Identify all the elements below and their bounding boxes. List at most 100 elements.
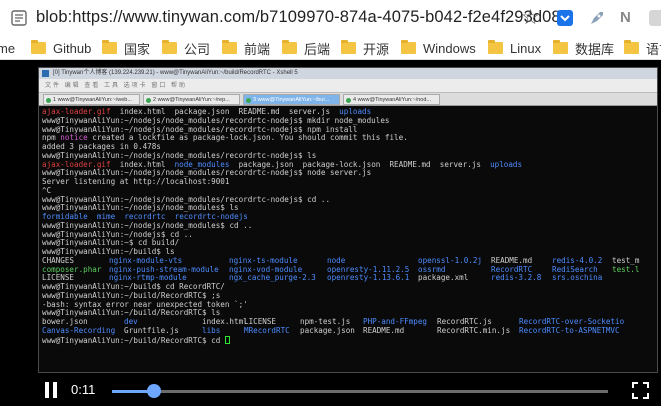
bookmark-folder-yuyan[interactable]: 语言 <box>624 39 661 57</box>
file-entry: RecordRTC.min.js <box>437 325 511 335</box>
terminal-text: www@TinywanAliYun:~/nodejs$ cd .. <box>42 229 193 239</box>
video-player[interactable]: [0] Tinywan个人博客 (139.224.239.21) - www@T… <box>0 61 661 406</box>
file-entry: package.xml <box>418 273 469 283</box>
bookmark-label: Windows <box>423 40 476 56</box>
terminal-tab-2: 2 www@TinywanAliYun:~/rep... <box>143 94 240 105</box>
terminal-tab-4: 4 www@TinywanAliYun:~/nod... <box>343 94 440 105</box>
terminal-text: uploads <box>490 159 523 169</box>
url-field[interactable]: blob:https://www.tinywan.com/b7109970-87… <box>36 8 570 27</box>
tab-label: 2 www@TinywanAliYun:~/rep... <box>153 97 230 103</box>
bookmark-star-icon[interactable]: ☆ <box>521 7 540 28</box>
terminal-text: notice <box>60 133 88 143</box>
bookmark-label: 公司 <box>184 41 211 57</box>
fullscreen-icon[interactable] <box>632 382 649 399</box>
folder-icon <box>401 40 416 54</box>
terminal-line: Canvas-Recording Gruntfile.js libs MRecordR… <box>42 325 656 336</box>
folder-icon <box>488 40 503 54</box>
shield-extension-icon[interactable] <box>556 9 574 27</box>
terminal-text: node_modules <box>174 159 230 169</box>
bookmark-label: 开源 <box>363 41 390 57</box>
terminal-text: www@TinywanAliYun:~/build/RecordRTC$ ls <box>42 308 221 318</box>
seek-bar[interactable] <box>112 390 608 393</box>
bookmark-label: 数据库 <box>575 41 615 57</box>
terminal-prompt: www@TinywanAliYun:~/build/RecordRTC$ cd <box>42 335 225 345</box>
video-controls: 0:11 <box>0 375 661 406</box>
file-entry: libs <box>202 325 221 335</box>
terminal-text: -bash: syntax error near unexpected toke… <box>42 299 248 309</box>
seek-thumb[interactable] <box>147 384 162 398</box>
recorded-terminal-window: [0] Tinywan个人博客 (139.224.239.21) - www@T… <box>38 67 658 373</box>
file-entry: ngx_cache_purge-2.3 <box>229 273 316 283</box>
terminal-title-bar: [0] Tinywan个人博客 (139.224.239.21) - www@T… <box>39 68 657 79</box>
terminal-text: www@TinywanAliYun:~$ cd build/ <box>42 238 180 248</box>
terminal-text: www@TinywanAliYun:~/build$ cd RecordRTC/ <box>42 282 225 291</box>
terminal-text: index.html <box>110 159 175 169</box>
terminal-text: ^C <box>42 185 52 195</box>
terminal-text: package.json package-lock.json README.md… <box>229 159 491 169</box>
bookmark-folder-gongsi[interactable]: 公司 <box>162 39 210 57</box>
terminal-text: www@TinywanAliYun:~/nodejs/node_modules$… <box>42 203 239 213</box>
bookmark-folder-shujuku[interactable]: 数据库 <box>553 39 614 57</box>
tab-label: 4 www@TinywanAliYun:~/nod... <box>353 97 431 103</box>
folder-icon <box>282 40 297 54</box>
tab-status-icon <box>346 98 351 103</box>
file-entry: package.json <box>300 325 355 335</box>
bookmark-folder-houduan[interactable]: 后端 <box>282 39 330 57</box>
address-bar-row: blob:https://www.tinywan.com/b7109970-87… <box>0 0 661 36</box>
file-entry: Canvas-Recording <box>42 325 116 335</box>
tab-status-icon <box>46 98 51 103</box>
tab-label: 3 www@TinywanAliYun:~/bui... <box>253 97 330 103</box>
file-entry: Gruntfile.js <box>124 325 179 335</box>
file-entry: srs.oschina <box>552 273 603 283</box>
file-entry: RecordRTC-to-ASPNETMVC <box>519 325 620 335</box>
terminal-lines-mid: www@TinywanAliYun:~/build$ cd RecordRTC/… <box>42 282 656 318</box>
tab-label: 1 www@TinywanAliYun:~/web... <box>53 97 132 103</box>
terminal-text: added 3 packages in 0.478s <box>42 142 161 151</box>
file-entry: LICENSE <box>42 273 75 283</box>
terminal-text: www@TinywanAliYun:~/nodejs/node_modules/… <box>42 168 372 178</box>
bookmark-label: 国家 <box>124 41 151 57</box>
pause-button[interactable] <box>44 382 58 398</box>
bookmark-label: Linux <box>510 40 542 56</box>
xshell-icon <box>42 70 49 77</box>
terminal-tab-1: 1 www@TinywanAliYun:~/web... <box>43 94 140 105</box>
page-info-icon[interactable] <box>10 9 28 27</box>
tab-status-icon <box>246 98 251 103</box>
terminal-text: npm <box>42 133 61 143</box>
bookmark-folder-windows[interactable]: Windows <box>401 39 476 57</box>
file-entry: redis-3.2.8 <box>491 273 542 283</box>
bookmark-folder-github[interactable]: Github <box>31 39 91 57</box>
terminal-line: www@TinywanAliYun:~/build/RecordRTC$ cd <box>42 335 656 345</box>
partial-extension-icon[interactable] <box>648 9 661 27</box>
terminal-text: www@TinywanAliYun:~/nodejs/node_modules/… <box>42 194 331 204</box>
terminal-tabs: 1 www@TinywanAliYun:~/web... 2 www@Tinyw… <box>39 93 657 106</box>
terminal-ls-grid-build: CHANGES nginx-module-vts nginx-ts-module no… <box>42 256 656 283</box>
terminal-text: www@TinywanAliYun:~/nodejs/node_modules$… <box>42 220 253 230</box>
tab-status-icon <box>146 98 151 103</box>
bookmark-folder-kaiyuan[interactable]: 开源 <box>341 39 389 57</box>
terminal-text: www@TinywanAliYun:~/build$ ls <box>42 247 175 256</box>
bookmark-folder-qianduan[interactable]: 前端 <box>222 39 270 57</box>
file-entry: openresty-1.13.6.1 <box>327 273 410 283</box>
file-entry: README.md <box>363 325 405 335</box>
bookmark-label: Github <box>53 40 92 56</box>
bookmark-folder-linux[interactable]: Linux <box>488 39 541 57</box>
bookmark-folder-guojia[interactable]: 国家 <box>102 39 150 57</box>
terminal-tab-3: 3 www@TinywanAliYun:~/bui... <box>243 94 340 105</box>
folder-icon <box>624 40 639 54</box>
rocket-extension-icon[interactable] <box>588 9 606 27</box>
n-extension-icon[interactable]: N <box>620 9 638 27</box>
terminal-text: ajax-loader.gif <box>42 159 111 169</box>
bookmark-label: 后端 <box>304 41 331 57</box>
folder-icon <box>102 40 117 54</box>
bookmark-label: 前端 <box>244 41 271 57</box>
terminal-text: created a lockfile as package-lock.json.… <box>87 133 408 143</box>
file-entry: MRecordRTC <box>244 325 290 335</box>
file-entry: nginx-rtmp-module <box>109 273 187 283</box>
terminal-text: Server listening at http://localhost:900… <box>42 177 230 186</box>
bookmark-me[interactable]: me <box>0 39 15 57</box>
terminal-text: www@TinywanAliYun:~/nodejs/node_modules/… <box>42 115 390 125</box>
